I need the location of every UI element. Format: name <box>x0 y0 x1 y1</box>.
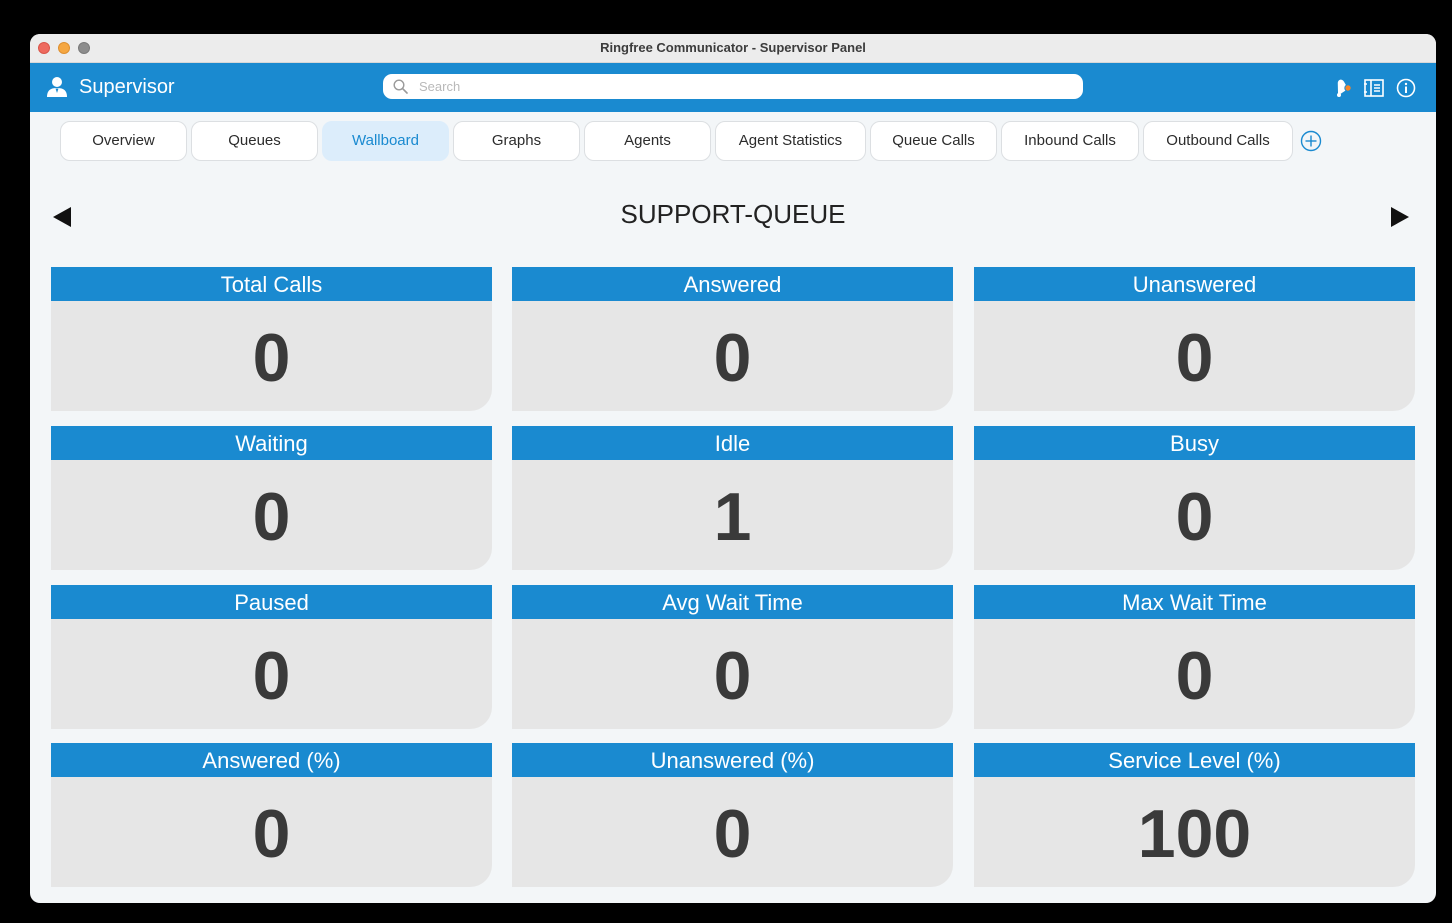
search-box[interactable] <box>383 74 1083 99</box>
stat-card-value: 0 <box>51 619 492 729</box>
stat-card-label: Paused <box>51 585 492 619</box>
stat-card-waiting: Waiting 0 <box>51 426 492 570</box>
stat-card-unanswered-percent: Unanswered (%) 0 <box>512 743 953 887</box>
stat-card-label: Avg Wait Time <box>512 585 953 619</box>
stat-card-value: 0 <box>512 301 953 411</box>
stat-card-total-calls: Total Calls 0 <box>51 267 492 411</box>
window-title: Ringfree Communicator - Supervisor Panel <box>600 40 866 55</box>
tab-agent-statistics[interactable]: Agent Statistics <box>715 121 866 161</box>
stat-card-value: 0 <box>974 619 1415 729</box>
next-queue-arrow-icon[interactable] <box>1390 206 1410 228</box>
stat-card-idle: Idle 1 <box>512 426 953 570</box>
title-bar: Ringfree Communicator - Supervisor Panel <box>30 34 1436 63</box>
stat-card-label: Idle <box>512 426 953 460</box>
stat-card-paused: Paused 0 <box>51 585 492 729</box>
stat-card-label: Total Calls <box>51 267 492 301</box>
stat-card-label: Busy <box>974 426 1415 460</box>
tab-wallboard[interactable]: Wallboard <box>322 121 449 161</box>
stat-card-value: 0 <box>51 301 492 411</box>
stat-card-avg-wait-time: Avg Wait Time 0 <box>512 585 953 729</box>
stat-card-value: 0 <box>512 777 953 887</box>
stat-card-value: 0 <box>974 460 1415 570</box>
stat-card-label: Service Level (%) <box>974 743 1415 777</box>
tab-graphs[interactable]: Graphs <box>453 121 580 161</box>
contacts-icon[interactable] <box>1363 77 1385 99</box>
stat-card-value: 0 <box>512 619 953 729</box>
stat-card-service-level: Service Level (%) 100 <box>974 743 1415 887</box>
stat-card-value: 1 <box>512 460 953 570</box>
queue-title: SUPPORT-QUEUE <box>620 199 846 229</box>
search-icon <box>393 79 408 94</box>
stat-card-value: 0 <box>51 460 492 570</box>
tab-overview[interactable]: Overview <box>60 121 187 161</box>
tab-outbound-calls[interactable]: Outbound Calls <box>1143 121 1293 161</box>
app-header: Supervisor <box>30 63 1436 112</box>
stat-card-label: Waiting <box>51 426 492 460</box>
info-icon[interactable] <box>1395 77 1417 99</box>
stat-card-busy: Busy 0 <box>974 426 1415 570</box>
stat-card-label: Unanswered <box>974 267 1415 301</box>
tab-queue-calls[interactable]: Queue Calls <box>870 121 997 161</box>
user-icon <box>47 77 67 97</box>
stat-card-answered: Answered 0 <box>512 267 953 411</box>
bell-icon[interactable] <box>1332 77 1354 99</box>
app-title: Supervisor <box>79 76 175 98</box>
stat-card-unanswered: Unanswered 0 <box>974 267 1415 411</box>
tab-queues[interactable]: Queues <box>191 121 318 161</box>
tab-inbound-calls[interactable]: Inbound Calls <box>1001 121 1139 161</box>
stat-card-value: 0 <box>974 301 1415 411</box>
stat-card-label: Unanswered (%) <box>512 743 953 777</box>
stat-card-max-wait-time: Max Wait Time 0 <box>974 585 1415 729</box>
search-input[interactable] <box>419 76 1059 97</box>
app-window: Ringfree Communicator - Supervisor Panel… <box>30 34 1436 903</box>
stat-card-answered-percent: Answered (%) 0 <box>51 743 492 887</box>
tab-agents[interactable]: Agents <box>584 121 711 161</box>
stat-card-label: Max Wait Time <box>974 585 1415 619</box>
stat-card-value: 100 <box>974 777 1415 887</box>
stat-card-label: Answered (%) <box>51 743 492 777</box>
stat-card-label: Answered <box>512 267 953 301</box>
stat-card-value: 0 <box>51 777 492 887</box>
queue-selector: SUPPORT-QUEUE <box>30 194 1436 234</box>
add-tab-icon[interactable] <box>1300 130 1322 152</box>
